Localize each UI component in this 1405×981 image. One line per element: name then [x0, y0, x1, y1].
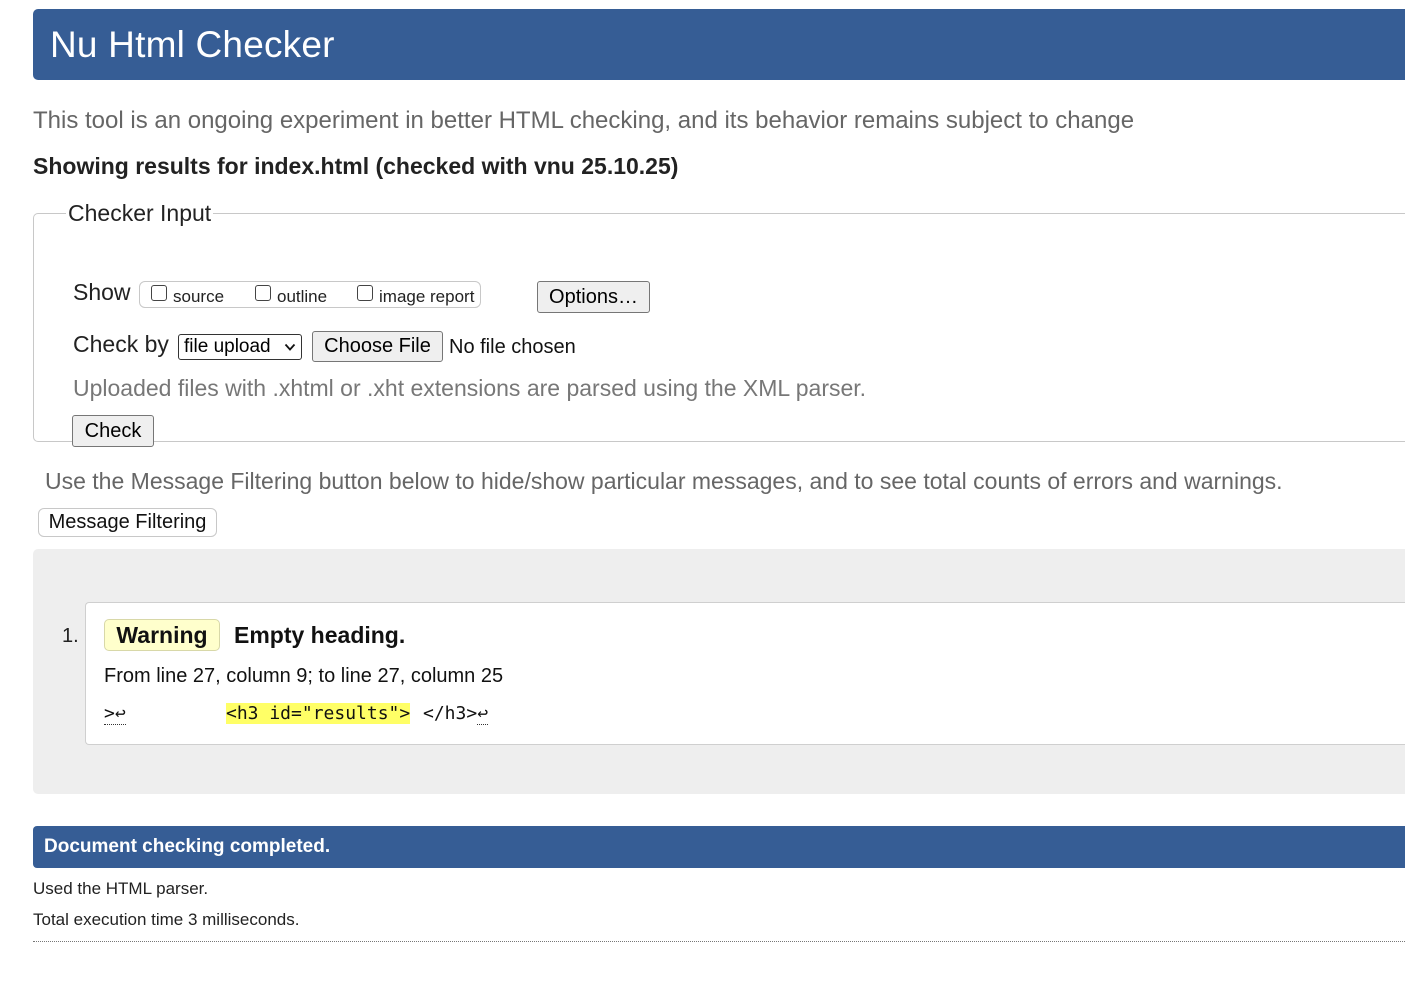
upload-note: Uploaded files with .xhtml or .xht exten…	[73, 375, 867, 401]
extract-before: >↩	[104, 703, 126, 725]
extract-after: </h3>↩	[423, 703, 489, 725]
check-by-select-value: file upload	[184, 336, 271, 357]
source-checkbox-label[interactable]: source	[173, 287, 224, 307]
check-by-label: Check by	[73, 331, 169, 357]
image-report-checkbox-label[interactable]: image report	[379, 287, 474, 307]
checker-input-fieldset: Checker Input Show source outline image …	[33, 200, 1405, 447]
check-button[interactable]: Check	[72, 415, 154, 447]
completion-text: Document checking completed.	[44, 836, 331, 857]
execution-time: Total execution time 3 milliseconds.	[33, 910, 300, 929]
intro-text: This tool is an ongoing experiment in be…	[33, 107, 1135, 134]
checker-input-legend: Checker Input	[68, 200, 212, 226]
return-icon: ↩	[114, 703, 126, 724]
outline-checkbox[interactable]	[255, 285, 271, 301]
footer-divider	[33, 941, 1405, 942]
message-title: Empty heading.	[234, 622, 406, 648]
header-banner: Nu Html Checker	[33, 9, 1405, 80]
page-title: Nu Html Checker	[50, 24, 335, 65]
show-label: Show	[73, 279, 131, 305]
message-item: Warning Empty heading. From line 27, col…	[85, 602, 1405, 745]
code-extract: >↩ <h3 id="results"> </h3>↩	[104, 703, 489, 727]
outline-checkbox-label[interactable]: outline	[277, 287, 327, 307]
parser-note: Used the HTML parser.	[33, 879, 209, 898]
source-checkbox[interactable]	[151, 285, 167, 301]
options-button[interactable]: Options…	[537, 281, 650, 313]
return-icon: ↩	[477, 703, 489, 725]
results-heading: Showing results for index.html (checked …	[33, 153, 679, 179]
message-number: 1.	[62, 625, 79, 647]
completion-banner: Document checking completed.	[33, 826, 1405, 868]
message-location: From line 27, column 9; to line 27, colu…	[104, 665, 504, 687]
file-status: No file chosen	[449, 336, 576, 358]
check-by-select[interactable]: file upload	[178, 334, 302, 360]
messages-area: 1. Warning Empty heading. From line 27, …	[33, 549, 1405, 794]
filtering-note: Use the Message Filtering button below t…	[45, 468, 1283, 494]
choose-file-button[interactable]: Choose File	[312, 331, 443, 362]
show-options-group: source outline image report	[139, 281, 481, 308]
message-filtering-button[interactable]: Message Filtering	[38, 508, 217, 537]
chevron-down-icon	[284, 343, 296, 351]
warning-badge: Warning	[104, 619, 220, 651]
extract-highlight: <h3 id="results">	[226, 703, 411, 724]
image-report-checkbox[interactable]	[357, 285, 373, 301]
page: Nu Html Checker This tool is an ongoing …	[0, 0, 1405, 981]
